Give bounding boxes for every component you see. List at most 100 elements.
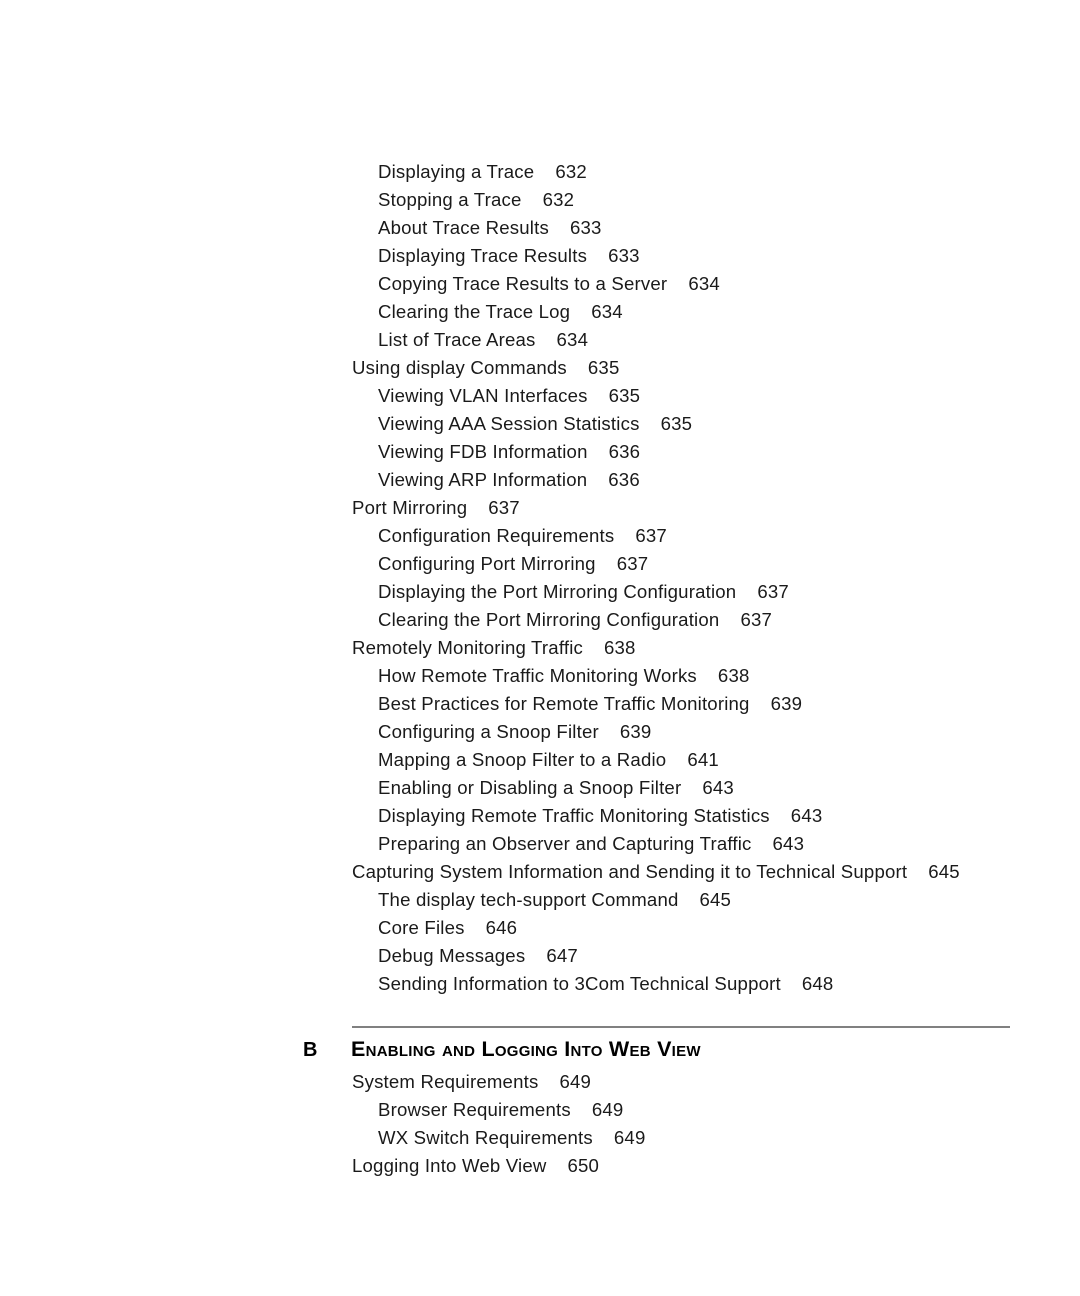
toc-entry[interactable]: WX Switch Requirements 649 [0,1124,1080,1152]
toc-entry-page-number: 634 [688,273,720,294]
toc-entry-title: WX Switch Requirements [378,1127,593,1148]
toc-entry[interactable]: Viewing FDB Information 636 [0,438,1080,466]
toc-entry-title: Configuring a Snoop Filter [378,721,599,742]
toc-entry[interactable]: Port Mirroring 637 [0,494,1080,522]
toc-entry-title: Copying Trace Results to a Server [378,273,668,294]
toc-entry[interactable]: Stopping a Trace 632 [0,186,1080,214]
toc-entry-list-upper: Displaying a Trace 632 Stopping a Trace 632… [0,158,1080,998]
toc-entry-page-number: 635 [608,385,641,406]
toc-entry-page-number: 636 [608,441,641,462]
toc-entry-title: Displaying Trace Results [378,245,588,266]
chapter-divider-rule [352,1026,1010,1028]
toc-entry-title: Viewing VLAN Interfaces [378,385,588,406]
toc-entry[interactable]: Sending Information to 3Com Technical Su… [0,970,1080,998]
toc-entry-title: Preparing an Observer and Capturing Traf… [378,833,752,854]
toc-entry-title: How Remote Traffic Monitoring Works [378,665,697,686]
toc-entry[interactable]: Enabling or Disabling a Snoop Filter 643 [0,774,1080,802]
toc-entry[interactable]: Viewing VLAN Interfaces 635 [0,382,1080,410]
toc-entry-page-number: 647 [546,945,578,966]
toc-entry-page-number: 633 [608,245,640,266]
toc-entry[interactable]: Best Practices for Remote Traffic Monito… [0,690,1080,718]
toc-entry-title: Mapping a Snoop Filter to a Radio [378,749,667,770]
toc-entry[interactable]: Mapping a Snoop Filter to a Radio 641 [0,746,1080,774]
toc-entry-title: List of Trace Areas [378,329,536,350]
toc-entry-title: Stopping a Trace [378,189,522,210]
toc-entry-page-number: 641 [687,749,719,770]
toc-entry-page-number: 643 [790,805,823,826]
toc-entry-title: Capturing System Information and Sending… [352,861,908,882]
toc-entry-page-number: 636 [608,469,640,490]
toc-entry[interactable]: The display tech-support Command 645 [0,886,1080,914]
toc-entry[interactable]: Viewing AAA Session Statistics 635 [0,410,1080,438]
toc-entry[interactable]: Clearing the Port Mirroring Configuratio… [0,606,1080,634]
toc-entry-title: Sending Information to 3Com Technical Su… [378,973,781,994]
toc-entry-page-number: 637 [488,497,520,518]
toc-entry-title: Configuration Requirements [378,525,615,546]
toc-entry-page-number: 634 [591,301,623,322]
toc-entry-title: Viewing AAA Session Statistics [378,413,640,434]
toc-entry-page-number: 650 [567,1155,600,1176]
toc-entry[interactable]: Displaying Remote Traffic Monitoring Sta… [0,802,1080,830]
toc-entry-title: Displaying Remote Traffic Monitoring Sta… [378,805,770,826]
toc-entry[interactable]: Configuring Port Mirroring 637 [0,550,1080,578]
toc-entry-page-number: 643 [702,777,734,798]
toc-entry-title: Browser Requirements [378,1099,571,1120]
toc-entry-title: Remotely Monitoring Traffic [352,637,583,658]
toc-entry-page-number: 645 [699,889,732,910]
toc-entry-page-number: 649 [559,1071,592,1092]
toc-entry-page-number: 634 [556,329,589,350]
toc-entry-title: System Requirements [352,1071,539,1092]
toc-entry-page-number: 637 [616,553,649,574]
toc-entry-page-number: 637 [757,581,789,602]
toc-entry-list-lower: System Requirements 649 Browser Requiremen… [0,1068,1080,1180]
toc-entry-title: Clearing the Trace Log [378,301,571,322]
toc-entry-title: Configuring Port Mirroring [378,553,596,574]
toc-entry[interactable]: Preparing an Observer and Capturing Traf… [0,830,1080,858]
toc-entry-title: Debug Messages [378,945,526,966]
toc-entry[interactable]: System Requirements 649 [0,1068,1080,1096]
toc-entry-page-number: 639 [619,721,652,742]
toc-entry-title: About Trace Results [378,217,549,238]
toc-entry-page-number: 638 [604,637,636,658]
toc-entry-page-number: 633 [569,217,602,238]
toc-entry[interactable]: Logging Into Web View 650 [0,1152,1080,1180]
toc-entry[interactable]: Browser Requirements 649 [0,1096,1080,1124]
toc-entry[interactable]: Viewing ARP Information 636 [0,466,1080,494]
toc-entry[interactable]: Debug Messages 647 [0,942,1080,970]
toc-entry[interactable]: Displaying a Trace 632 [0,158,1080,186]
toc-entry-title: Viewing ARP Information [378,469,588,490]
toc-entry[interactable]: Copying Trace Results to a Server 634 [0,270,1080,298]
toc-entry-title: Using display Commands [352,357,567,378]
toc-entry-title: The display tech-support Command [378,889,679,910]
toc-entry-page-number: 632 [542,189,575,210]
toc-entry[interactable]: Clearing the Trace Log 634 [0,298,1080,326]
toc-entry[interactable]: Capturing System Information and Sending… [0,858,1080,886]
toc-entry-page-number: 635 [660,413,693,434]
toc-entry-page-number: 643 [772,833,805,854]
toc-entry[interactable]: Using display Commands 635 [0,354,1080,382]
toc-entry[interactable]: Configuring a Snoop Filter 639 [0,718,1080,746]
toc-entry[interactable]: Displaying Trace Results 633 [0,242,1080,270]
toc-entry[interactable]: Configuration Requirements 637 [0,522,1080,550]
toc-entry[interactable]: How Remote Traffic Monitoring Works 638 [0,662,1080,690]
toc-entry[interactable]: About Trace Results 633 [0,214,1080,242]
toc-entry-title: Port Mirroring [352,497,468,518]
toc-entry-page-number: 635 [587,357,620,378]
toc-entry[interactable]: Remotely Monitoring Traffic 638 [0,634,1080,662]
toc-entry-title: Core Files [378,917,465,938]
toc-entry-title: Clearing the Port Mirroring Configuratio… [378,609,720,630]
toc-entry-page-number: 632 [555,161,587,182]
chapter-title[interactable]: Enabling and Logging Into Web View [351,1035,701,1063]
toc-entry-page-number: 638 [717,665,750,686]
toc-entry-page-number: 637 [740,609,773,630]
toc-entry[interactable]: Core Files 646 [0,914,1080,942]
toc-entry-title: Viewing FDB Information [378,441,588,462]
toc-entry-page-number: 639 [770,693,803,714]
toc-entry-title: Logging Into Web View [352,1155,547,1176]
toc-entry[interactable]: Displaying the Port Mirroring Configurat… [0,578,1080,606]
toc-entry-page-number: 637 [635,525,667,546]
toc-entry[interactable]: List of Trace Areas 634 [0,326,1080,354]
chapter-letter: B [303,1039,318,1061]
toc-entry-page-number: 645 [928,861,960,882]
toc-entry-page-number: 649 [591,1099,624,1120]
